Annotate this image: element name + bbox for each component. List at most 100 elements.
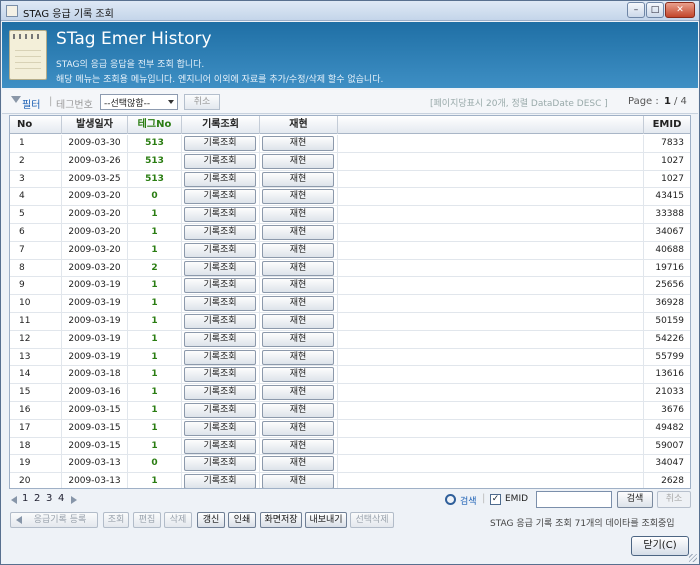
replay-button[interactable]: 재현 <box>262 207 334 223</box>
filter-label[interactable]: 필터 <box>22 96 40 111</box>
cell-tag: 1 <box>128 277 182 295</box>
close-button[interactable]: 닫기(C) <box>631 536 689 556</box>
close-window-button[interactable]: ✕ <box>665 2 695 18</box>
table-row[interactable]: 18 2009-03-15 1 기록조회 재현 59007 <box>10 437 690 456</box>
cell-spacer <box>338 419 644 437</box>
emid-checkbox[interactable]: ✓ <box>490 494 501 505</box>
cell-spacer <box>338 437 644 455</box>
record-view-button[interactable]: 기록조회 <box>184 207 256 223</box>
replay-button[interactable]: 재현 <box>262 331 334 347</box>
table-row[interactable]: 10 2009-03-19 1 기록조회 재현 36928 <box>10 295 690 313</box>
replay-button[interactable]: 재현 <box>262 313 334 329</box>
replay-button[interactable]: 재현 <box>262 367 334 383</box>
pager-next-icon[interactable] <box>71 496 77 504</box>
pager-page-1[interactable]: 1 <box>22 493 28 504</box>
table-row[interactable]: 8 2009-03-20 2 기록조회 재현 19716 <box>10 259 690 278</box>
save-screen-button[interactable]: 화면저장 <box>260 512 302 528</box>
delete-selected-button[interactable]: 선택삭제 <box>350 512 394 528</box>
record-view-button[interactable]: 기록조회 <box>184 385 256 401</box>
replay-button[interactable]: 재현 <box>262 171 334 187</box>
table-row[interactable]: 14 2009-03-18 1 기록조회 재현 13616 <box>10 366 690 385</box>
export-button[interactable]: 내보내기 <box>305 512 347 528</box>
replay-button[interactable]: 재현 <box>262 402 334 418</box>
banner-description: STAG의 응급 응답을 전부 조회 합니다. <box>56 60 205 70</box>
table-row[interactable]: 6 2009-03-20 1 기록조회 재현 34067 <box>10 223 690 242</box>
delete-button[interactable]: 삭제 <box>164 512 192 528</box>
pager-page-3[interactable]: 3 <box>46 493 52 504</box>
table-row[interactable]: 9 2009-03-19 1 기록조회 재현 25656 <box>10 277 690 296</box>
replay-button[interactable]: 재현 <box>262 224 334 240</box>
table-row[interactable]: 19 2009-03-13 0 기록조회 재현 34047 <box>10 455 690 474</box>
replay-button[interactable]: 재현 <box>262 438 334 454</box>
record-view-button[interactable]: 기록조회 <box>184 402 256 418</box>
record-view-button[interactable]: 기록조회 <box>184 474 256 488</box>
replay-button[interactable]: 재현 <box>262 385 334 401</box>
header-emid[interactable]: EMID <box>644 116 690 134</box>
header-replay[interactable]: 재현 <box>260 116 338 134</box>
record-view-button[interactable]: 기록조회 <box>184 136 256 151</box>
search-cancel-button[interactable]: 취소 <box>657 491 691 508</box>
table-row[interactable]: 1 2009-03-30 513 기록조회 재현 7833 <box>10 135 690 153</box>
replay-button[interactable]: 재현 <box>262 420 334 436</box>
replay-button[interactable]: 재현 <box>262 153 334 169</box>
search-link[interactable]: 검색 <box>460 494 477 507</box>
print-button[interactable]: 인쇄 <box>228 512 256 528</box>
maximize-button[interactable]: □ <box>646 2 664 18</box>
record-view-button[interactable]: 기록조회 <box>184 296 256 312</box>
edit-button[interactable]: 편집 <box>133 512 161 528</box>
record-view-button[interactable]: 기록조회 <box>184 278 256 294</box>
table-row[interactable]: 7 2009-03-20 1 기록조회 재현 40688 <box>10 241 690 260</box>
record-view-button[interactable]: 기록조회 <box>184 153 256 169</box>
table-row[interactable]: 20 2009-03-13 1 기록조회 재현 2628 <box>10 473 690 488</box>
header-no[interactable]: No <box>10 116 62 134</box>
pager-prev-icon[interactable] <box>11 496 17 504</box>
record-view-button[interactable]: 기록조회 <box>184 242 256 258</box>
search-input[interactable] <box>536 491 612 508</box>
replay-button[interactable]: 재현 <box>262 136 334 151</box>
replay-button[interactable]: 재현 <box>262 296 334 312</box>
replay-button[interactable]: 재현 <box>262 260 334 276</box>
record-view-button[interactable]: 기록조회 <box>184 367 256 383</box>
table-row[interactable]: 11 2009-03-19 1 기록조회 재현 50159 <box>10 312 690 331</box>
record-view-button[interactable]: 기록조회 <box>184 438 256 454</box>
replay-button[interactable]: 재현 <box>262 349 334 365</box>
header-record[interactable]: 기록조회 <box>182 116 260 134</box>
replay-button[interactable]: 재현 <box>262 189 334 205</box>
table-row[interactable]: 12 2009-03-19 1 기록조회 재현 54226 <box>10 330 690 349</box>
header-date[interactable]: 발생일자 <box>62 116 128 134</box>
table-row[interactable]: 2 2009-03-26 513 기록조회 재현 1027 <box>10 152 690 171</box>
cell-emid: 33388 <box>655 209 684 220</box>
record-view-button[interactable]: 기록조회 <box>184 313 256 329</box>
replay-button[interactable]: 재현 <box>262 456 334 472</box>
table-row[interactable]: 5 2009-03-20 1 기록조회 재현 33388 <box>10 206 690 224</box>
filter-cancel-button[interactable]: 취소 <box>184 94 220 110</box>
view-button[interactable]: 조회 <box>103 512 129 528</box>
record-view-button[interactable]: 기록조회 <box>184 331 256 347</box>
record-view-button[interactable]: 기록조회 <box>184 171 256 187</box>
header-tag[interactable]: 테그No <box>128 116 182 134</box>
tag-select[interactable]: --선택않함-- <box>100 94 178 110</box>
record-view-button[interactable]: 기록조회 <box>184 224 256 240</box>
replay-button[interactable]: 재현 <box>262 242 334 258</box>
refresh-button[interactable]: 갱신 <box>197 512 225 528</box>
table-row[interactable]: 16 2009-03-15 1 기록조회 재현 3676 <box>10 401 690 420</box>
pager-page-2[interactable]: 2 <box>34 493 40 504</box>
record-view-button[interactable]: 기록조회 <box>184 420 256 436</box>
record-view-button[interactable]: 기록조회 <box>184 349 256 365</box>
app-icon <box>6 5 18 17</box>
resize-grip[interactable] <box>689 554 697 562</box>
table-row[interactable]: 4 2009-03-20 0 기록조회 재현 43415 <box>10 188 690 207</box>
table-row[interactable]: 17 2009-03-15 1 기록조회 재현 49482 <box>10 419 690 438</box>
table-row[interactable]: 13 2009-03-19 1 기록조회 재현 55799 <box>10 348 690 367</box>
register-button[interactable]: 응급기록 등록 <box>10 512 98 528</box>
search-button[interactable]: 검색 <box>617 491 653 508</box>
pager-page-4[interactable]: 4 <box>58 493 64 504</box>
replay-button[interactable]: 재현 <box>262 474 334 488</box>
table-row[interactable]: 3 2009-03-25 513 기록조회 재현 1027 <box>10 170 690 189</box>
record-view-button[interactable]: 기록조회 <box>184 189 256 205</box>
record-view-button[interactable]: 기록조회 <box>184 260 256 276</box>
record-view-button[interactable]: 기록조회 <box>184 456 256 472</box>
minimize-button[interactable]: – <box>627 2 645 18</box>
table-row[interactable]: 15 2009-03-16 1 기록조회 재현 21033 <box>10 384 690 402</box>
replay-button[interactable]: 재현 <box>262 278 334 294</box>
